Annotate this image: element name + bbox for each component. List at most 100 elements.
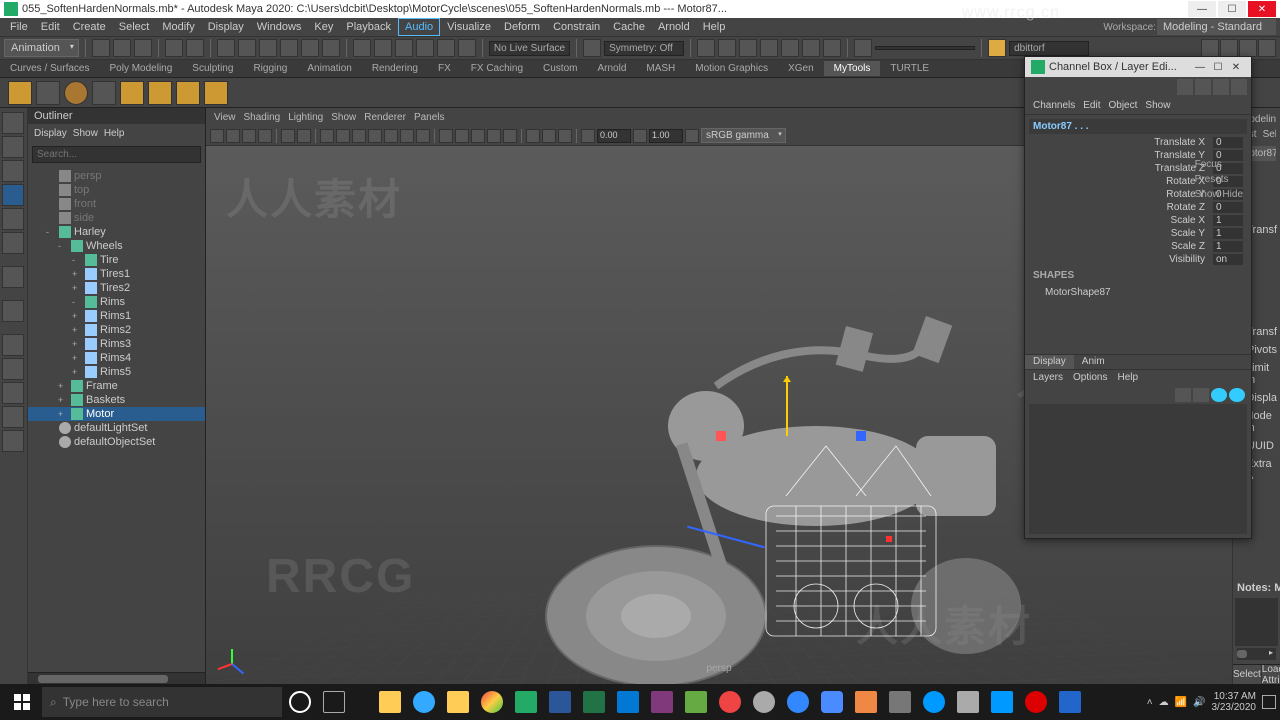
task-app4-icon[interactable] <box>850 687 882 717</box>
task-onenote-icon[interactable] <box>646 687 678 717</box>
vp-menu-show[interactable]: Show <box>331 112 356 123</box>
task-chrome-icon[interactable] <box>476 687 508 717</box>
task-excel-icon[interactable] <box>578 687 610 717</box>
cb-min-button[interactable]: — <box>1191 62 1209 73</box>
attr-translate-x[interactable]: Translate X0 <box>1029 136 1247 149</box>
cb-menu-edit[interactable]: Edit <box>1083 100 1100 111</box>
render-view-icon[interactable] <box>697 39 715 57</box>
channel-box-window[interactable]: Channel Box / Layer Edi... — ☐ ✕ Channel… <box>1024 56 1252 539</box>
outliner-item-tire[interactable]: -Tire <box>28 253 205 267</box>
hypergraph-icon[interactable] <box>1220 39 1238 57</box>
task-app8-icon[interactable] <box>986 687 1018 717</box>
vp-exposure-icon[interactable] <box>581 129 595 143</box>
shelf-tool-3[interactable] <box>64 81 88 105</box>
outliner-menu-show[interactable]: Show <box>73 128 98 139</box>
cb-shape-name[interactable]: MotorShape87 <box>1029 285 1247 300</box>
menu-visualize[interactable]: Visualize <box>441 19 497 35</box>
layout-tool-4[interactable] <box>2 406 24 428</box>
layer-ball1-icon[interactable] <box>1211 388 1227 402</box>
vp-isolate-icon[interactable] <box>503 129 517 143</box>
outliner-item-top[interactable]: top <box>28 183 205 197</box>
menu-windows[interactable]: Windows <box>251 19 308 35</box>
vp-safe-title-icon[interactable] <box>416 129 430 143</box>
vp-menu-renderer[interactable]: Renderer <box>364 112 406 123</box>
symmetry-icon[interactable] <box>583 39 601 57</box>
shelf-tab-rigging[interactable]: Rigging <box>243 61 297 76</box>
redo-icon[interactable] <box>186 39 204 57</box>
menu-edit[interactable]: Edit <box>35 19 66 35</box>
vp-exposure-field[interactable]: 0.00 <box>597 129 631 143</box>
cb-menu-channels[interactable]: Channels <box>1033 100 1075 111</box>
outliner-item-rims1[interactable]: +Rims1 <box>28 309 205 323</box>
cb-menu2-layers[interactable]: Layers <box>1033 372 1063 384</box>
vp-smooth-shade-icon[interactable] <box>455 129 469 143</box>
account-user[interactable]: dbittorf <box>1009 41 1089 56</box>
menu-playback[interactable]: Playback <box>340 19 397 35</box>
outliner-item-tires1[interactable]: +Tires1 <box>28 267 205 281</box>
cb-menu2-help[interactable]: Help <box>1117 372 1138 384</box>
snap-view-icon[interactable] <box>437 39 455 57</box>
menu-set-dropdown[interactable]: Animation <box>4 39 79 57</box>
menu-help[interactable]: Help <box>697 19 732 35</box>
snap-point-icon[interactable] <box>395 39 413 57</box>
ae-select-button[interactable]: Select <box>1233 665 1262 684</box>
ae-notes[interactable]: Notes: Mot <box>1233 580 1280 596</box>
outliner-item-rims3[interactable]: +Rims3 <box>28 337 205 351</box>
vp-gamma-icon[interactable] <box>633 129 647 143</box>
shelf-tab-sculpt[interactable]: Sculpting <box>182 61 243 76</box>
task-outlook-icon[interactable] <box>612 687 644 717</box>
cb-icon-2[interactable] <box>1195 79 1211 95</box>
tray-up-icon[interactable]: ˄ <box>1147 697 1153 708</box>
rotate-tool[interactable] <box>2 208 24 230</box>
task-zoom-icon[interactable] <box>816 687 848 717</box>
outliner-item-rims5[interactable]: +Rims5 <box>28 365 205 379</box>
layout-tool-5[interactable] <box>2 430 24 452</box>
render-setup-icon[interactable] <box>781 39 799 57</box>
task-app1-icon[interactable] <box>714 687 746 717</box>
undo-icon[interactable] <box>165 39 183 57</box>
attr-visibility[interactable]: Visibilityon <box>1029 253 1247 266</box>
outliner-item-rims4[interactable]: +Rims4 <box>28 351 205 365</box>
attr-scale-x[interactable]: Scale X1 <box>1029 214 1247 227</box>
vp-menu-lighting[interactable]: Lighting <box>288 112 323 123</box>
shelf-tool-6[interactable] <box>148 81 172 105</box>
scale-icon[interactable] <box>322 39 340 57</box>
vp-gamma-field[interactable]: 1.00 <box>649 129 683 143</box>
vp-safe-action-icon[interactable] <box>400 129 414 143</box>
vp-color-mgmt-icon[interactable] <box>685 129 699 143</box>
task-folder-icon[interactable] <box>442 687 474 717</box>
layer-ball2-icon[interactable] <box>1229 388 1245 402</box>
cb-object-name[interactable]: Motor87 . . . <box>1029 119 1247 134</box>
shelf-tab-mash[interactable]: MASH <box>636 61 685 76</box>
cb-icon-3[interactable] <box>1213 79 1229 95</box>
rotate-icon[interactable] <box>301 39 319 57</box>
move-tool[interactable] <box>2 184 24 206</box>
vp-bookmark-icon[interactable] <box>242 129 256 143</box>
vp-res-gate-icon[interactable] <box>352 129 366 143</box>
shelf-tab-fx[interactable]: FX <box>428 61 461 76</box>
tray-notifications-icon[interactable] <box>1262 695 1276 709</box>
layer-new-empty-icon[interactable] <box>1193 388 1209 402</box>
menu-constrain[interactable]: Constrain <box>547 19 606 35</box>
save-scene-icon[interactable] <box>134 39 152 57</box>
shelf-tab-motion[interactable]: Motion Graphics <box>685 61 778 76</box>
vp-film-gate-icon[interactable] <box>336 129 350 143</box>
shelf-tab-fxcache[interactable]: FX Caching <box>461 61 533 76</box>
select-icon[interactable] <box>217 39 235 57</box>
ae-load-button[interactable]: Load Attributes <box>1262 665 1280 684</box>
snap-curve-icon[interactable] <box>374 39 392 57</box>
task-app3-icon[interactable] <box>782 687 814 717</box>
render-globals-icon[interactable] <box>760 39 778 57</box>
attr-rotate-z[interactable]: Rotate Z0 <box>1029 201 1247 214</box>
shelf-tab-curves[interactable]: Curves / Surfaces <box>0 61 99 76</box>
vp-select-cam-icon[interactable] <box>210 129 224 143</box>
minimize-button[interactable]: — <box>1188 1 1216 17</box>
shelf-tab-render[interactable]: Rendering <box>362 61 428 76</box>
vp-field-chart-icon[interactable] <box>384 129 398 143</box>
paint-select-icon[interactable] <box>259 39 277 57</box>
symmetry-label[interactable]: Symmetry: Off <box>604 41 684 56</box>
task-app9-icon[interactable] <box>1020 687 1052 717</box>
channel-box-title-bar[interactable]: Channel Box / Layer Edi... — ☐ ✕ <box>1025 57 1251 77</box>
lasso-icon[interactable] <box>238 39 256 57</box>
ipr-render-icon[interactable] <box>739 39 757 57</box>
